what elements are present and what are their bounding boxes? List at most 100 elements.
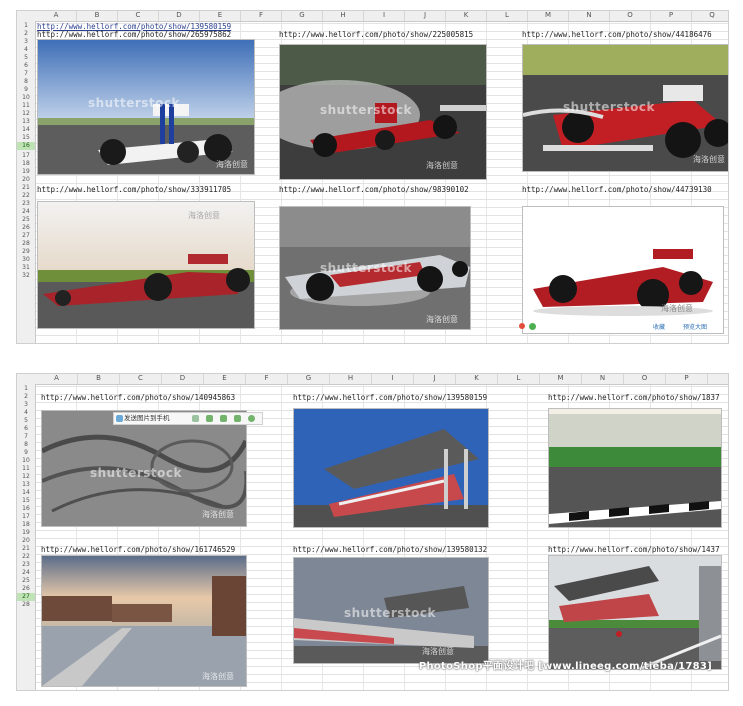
row-header-15[interactable]: 15 [17,134,35,142]
row-header-19[interactable]: 19 [17,168,35,176]
row-header-5[interactable]: 5 [17,417,35,425]
column-header-e[interactable]: E [204,374,246,384]
url-cell[interactable]: http://www.hellorf.com/photo/show/161746… [41,545,235,554]
column-header-i[interactable]: I [372,374,414,384]
row-header-16[interactable]: 16 [17,505,35,513]
row-header-11[interactable]: 11 [17,465,35,473]
row-header-28[interactable]: 28 [17,601,35,609]
column-header-o[interactable]: O [624,374,666,384]
column-header-g[interactable]: G [282,11,323,21]
column-header-a[interactable]: A [36,11,77,21]
embedded-photo-tire-marks[interactable]: shutterstock 海洛创意 [41,410,247,527]
row-header-7[interactable]: 7 [17,70,35,78]
row-header-30[interactable]: 30 [17,256,35,264]
embedded-photo-red-f1-front[interactable]: shutterstock 海洛创意 [522,44,728,172]
row-header-22[interactable]: 22 [17,553,35,561]
embedded-photo-grandstand-cloudy[interactable]: shutterstock 海洛创意 [293,557,489,664]
row-header-5[interactable]: 5 [17,54,35,62]
row-header-24[interactable]: 24 [17,569,35,577]
row-header-6[interactable]: 6 [17,425,35,433]
column-header-h[interactable]: H [323,11,364,21]
column-header-l[interactable]: L [498,374,540,384]
url-cell[interactable]: http://www.hellorf.com/photo/show/225005… [279,30,473,39]
row-header-15[interactable]: 15 [17,497,35,505]
row-header-13[interactable]: 13 [17,118,35,126]
row-header-3[interactable]: 3 [17,401,35,409]
row-header-9[interactable]: 9 [17,449,35,457]
row-header-27[interactable]: 27 [17,593,35,601]
column-header-f[interactable]: F [241,11,282,21]
more-icon[interactable] [248,415,255,422]
row-header-14[interactable]: 14 [17,126,35,134]
row-header-10[interactable]: 10 [17,457,35,465]
row-header-2[interactable]: 2 [17,393,35,401]
url-cell[interactable]: http://www.hellorf.com/photo/show/1437 [548,545,720,554]
send-to-phone-button[interactable]: 发送图片到手机 [124,414,170,422]
row-header-17[interactable]: 17 [17,513,35,521]
save-icon[interactable] [234,415,241,422]
row-header-18[interactable]: 18 [17,521,35,529]
column-header-g[interactable]: G [288,374,330,384]
embedded-photo-white-f1-car[interactable]: shutterstock 海洛创意 [37,39,255,175]
embedded-photo-grandstand-blue-sky[interactable] [293,408,489,528]
row-header-2[interactable]: 2 [17,30,35,38]
row-header-9[interactable]: 9 [17,86,35,94]
row-header-32[interactable]: 32 [17,272,35,280]
cloud-icon[interactable] [192,415,199,422]
row-header-26[interactable]: 26 [17,224,35,232]
row-header-23[interactable]: 23 [17,200,35,208]
url-cell[interactable]: http://www.hellorf.com/photo/show/139580… [293,393,487,402]
url-cell[interactable]: http://www.hellorf.com/photo/show/265975… [37,30,231,39]
column-header-i[interactable]: I [364,11,405,21]
row-header-23[interactable]: 23 [17,561,35,569]
row-header-26[interactable]: 26 [17,585,35,593]
embedded-photo-red-f1-white-bg[interactable]: 海洛创意 收藏 预览大图 [522,206,724,334]
phone-icon[interactable] [116,415,123,422]
row-header-19[interactable]: 19 [17,529,35,537]
row-header-6[interactable]: 6 [17,62,35,70]
column-header-l[interactable]: L [487,11,528,21]
row-header-17[interactable]: 17 [17,152,35,160]
column-header-m[interactable]: M [528,11,569,21]
embedded-photo-grandstand-track[interactable] [548,555,722,670]
row-header-3[interactable]: 3 [17,38,35,46]
share-link[interactable]: 收藏 [653,322,665,331]
row-header-16[interactable]: 16 [17,142,35,150]
embedded-photo-silver-f1[interactable]: shutterstock 海洛创意 [279,206,471,330]
embedded-photo-checkered-line[interactable] [548,408,722,528]
row-header-31[interactable]: 31 [17,264,35,272]
row-header-22[interactable]: 22 [17,192,35,200]
column-header-n[interactable]: N [569,11,610,21]
row-header-4[interactable]: 4 [17,46,35,54]
row-header-14[interactable]: 14 [17,489,35,497]
row-header-20[interactable]: 20 [17,176,35,184]
column-header-a[interactable]: A [36,374,78,384]
expand-icon[interactable] [206,415,213,422]
url-cell[interactable]: http://www.hellorf.com/photo/show/983901… [279,185,469,194]
column-header-e[interactable]: E [200,11,241,21]
column-header-o[interactable]: O [610,11,651,21]
url-cell[interactable]: http://www.hellorf.com/photo/show/447391… [522,185,712,194]
row-header-4[interactable]: 4 [17,409,35,417]
row-header-28[interactable]: 28 [17,240,35,248]
column-header-j[interactable]: J [405,11,446,21]
row-header-7[interactable]: 7 [17,433,35,441]
column-header-d[interactable]: D [159,11,200,21]
column-header-m[interactable]: M [540,374,582,384]
url-cell[interactable]: http://www.hellorf.com/photo/show/139580… [293,545,487,554]
column-header-d[interactable]: D [162,374,204,384]
column-header-b[interactable]: B [77,11,118,21]
column-header-c[interactable]: C [118,11,159,21]
row-header-29[interactable]: 29 [17,248,35,256]
column-header-f[interactable]: F [246,374,288,384]
row-header-12[interactable]: 12 [17,110,35,118]
column-header-j[interactable]: J [414,374,456,384]
url-cell[interactable]: http://www.hellorf.com/photo/show/1837 [548,393,720,402]
column-header-q[interactable]: Q [692,11,728,21]
row-header-21[interactable]: 21 [17,184,35,192]
embedded-photo-red-f1-wet[interactable]: shutterstock 海洛创意 [279,44,487,180]
column-header-k[interactable]: K [446,11,487,21]
row-header-10[interactable]: 10 [17,94,35,102]
row-header-13[interactable]: 13 [17,481,35,489]
row-header-20[interactable]: 20 [17,537,35,545]
